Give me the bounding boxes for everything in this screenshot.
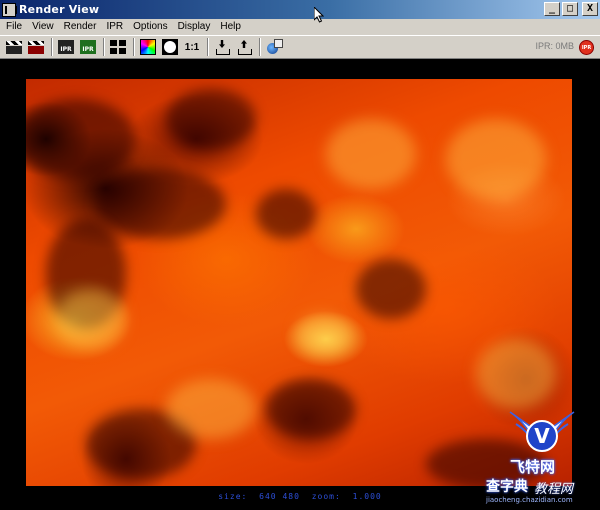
window-controls: _ □ X — [544, 2, 598, 16]
mouse-cursor-icon — [314, 7, 324, 23]
render-frame-icon — [6, 40, 22, 54]
rgb-channels-button[interactable] — [138, 38, 158, 56]
menu-help[interactable]: Help — [215, 19, 246, 35]
maya-app-icon[interactable] — [2, 2, 17, 17]
alpha-channel-button[interactable] — [160, 38, 180, 56]
render-region-icon — [28, 40, 44, 54]
maximize-button[interactable]: □ — [562, 2, 578, 16]
remove-image-button[interactable] — [234, 38, 254, 56]
render-region-button[interactable] — [26, 38, 46, 56]
menu-options[interactable]: Options — [128, 19, 172, 35]
menu-render[interactable]: Render — [59, 19, 102, 35]
ipr-memory-status: IPR: 0MB — [535, 41, 574, 51]
logo-letter: V — [534, 424, 550, 448]
watermark-line-a: 查字典 — [486, 479, 528, 495]
refresh-ipr-button[interactable]: IPR — [78, 38, 98, 56]
ipr-render-icon: IPR — [58, 40, 74, 54]
real-size-icon: 1:1 — [184, 41, 200, 53]
toolbar-separator — [259, 38, 261, 56]
size-label: size: — [218, 492, 248, 501]
render-settings-button[interactable] — [108, 38, 128, 56]
toolbar-separator — [133, 38, 135, 56]
render-settings-icon — [110, 40, 126, 54]
render-frame-button[interactable] — [4, 38, 24, 56]
alpha-channel-icon — [162, 39, 178, 55]
watermark-brand: 飞特网 — [510, 458, 556, 476]
render-globals-button[interactable] — [264, 38, 284, 56]
close-button[interactable]: X — [582, 2, 598, 16]
watermark-line-b: 教程网 — [534, 482, 574, 497]
ipr-render-button[interactable]: IPR — [56, 38, 76, 56]
site-watermark: V 飞特网 查字典 教程网 jiaocheng.chazidian.com — [486, 406, 594, 506]
zoom-label: zoom: — [311, 492, 341, 501]
keep-image-button[interactable] — [212, 38, 232, 56]
render-viewport[interactable]: size: 640 480 zoom: 1.000 V 飞特网 查字典 教程网 … — [0, 60, 600, 510]
render-globals-icon — [266, 39, 283, 55]
watermark-url: jiaocheng.chazidian.com — [486, 496, 573, 504]
menu-file[interactable]: File — [0, 19, 27, 35]
toolbar-separator — [51, 38, 53, 56]
keep-image-icon — [214, 39, 230, 55]
real-size-button[interactable]: 1:1 — [182, 38, 202, 56]
remove-image-icon — [236, 39, 252, 55]
rgb-channels-icon — [140, 39, 156, 55]
size-value: 640 480 — [259, 492, 300, 501]
toolbar-separator — [207, 38, 209, 56]
zoom-value: 1.000 — [352, 492, 382, 501]
refresh-ipr-icon: IPR — [80, 40, 96, 54]
ipr-badge-icon[interactable]: IPR — [579, 40, 594, 55]
menu-ipr[interactable]: IPR — [101, 19, 128, 35]
menu-view[interactable]: View — [27, 19, 59, 35]
window-title: Render View — [19, 3, 100, 16]
toolbar: IPR IPR 1:1 IPR: 0MB IPR — [0, 35, 600, 59]
title-bar[interactable]: Render View _ □ X — [0, 0, 600, 19]
menu-bar: File View Render IPR Options Display Hel… — [0, 19, 600, 35]
toolbar-separator — [103, 38, 105, 56]
winged-v-logo: V — [509, 411, 575, 452]
minimize-button[interactable]: _ — [544, 2, 560, 16]
menu-display[interactable]: Display — [173, 19, 216, 35]
